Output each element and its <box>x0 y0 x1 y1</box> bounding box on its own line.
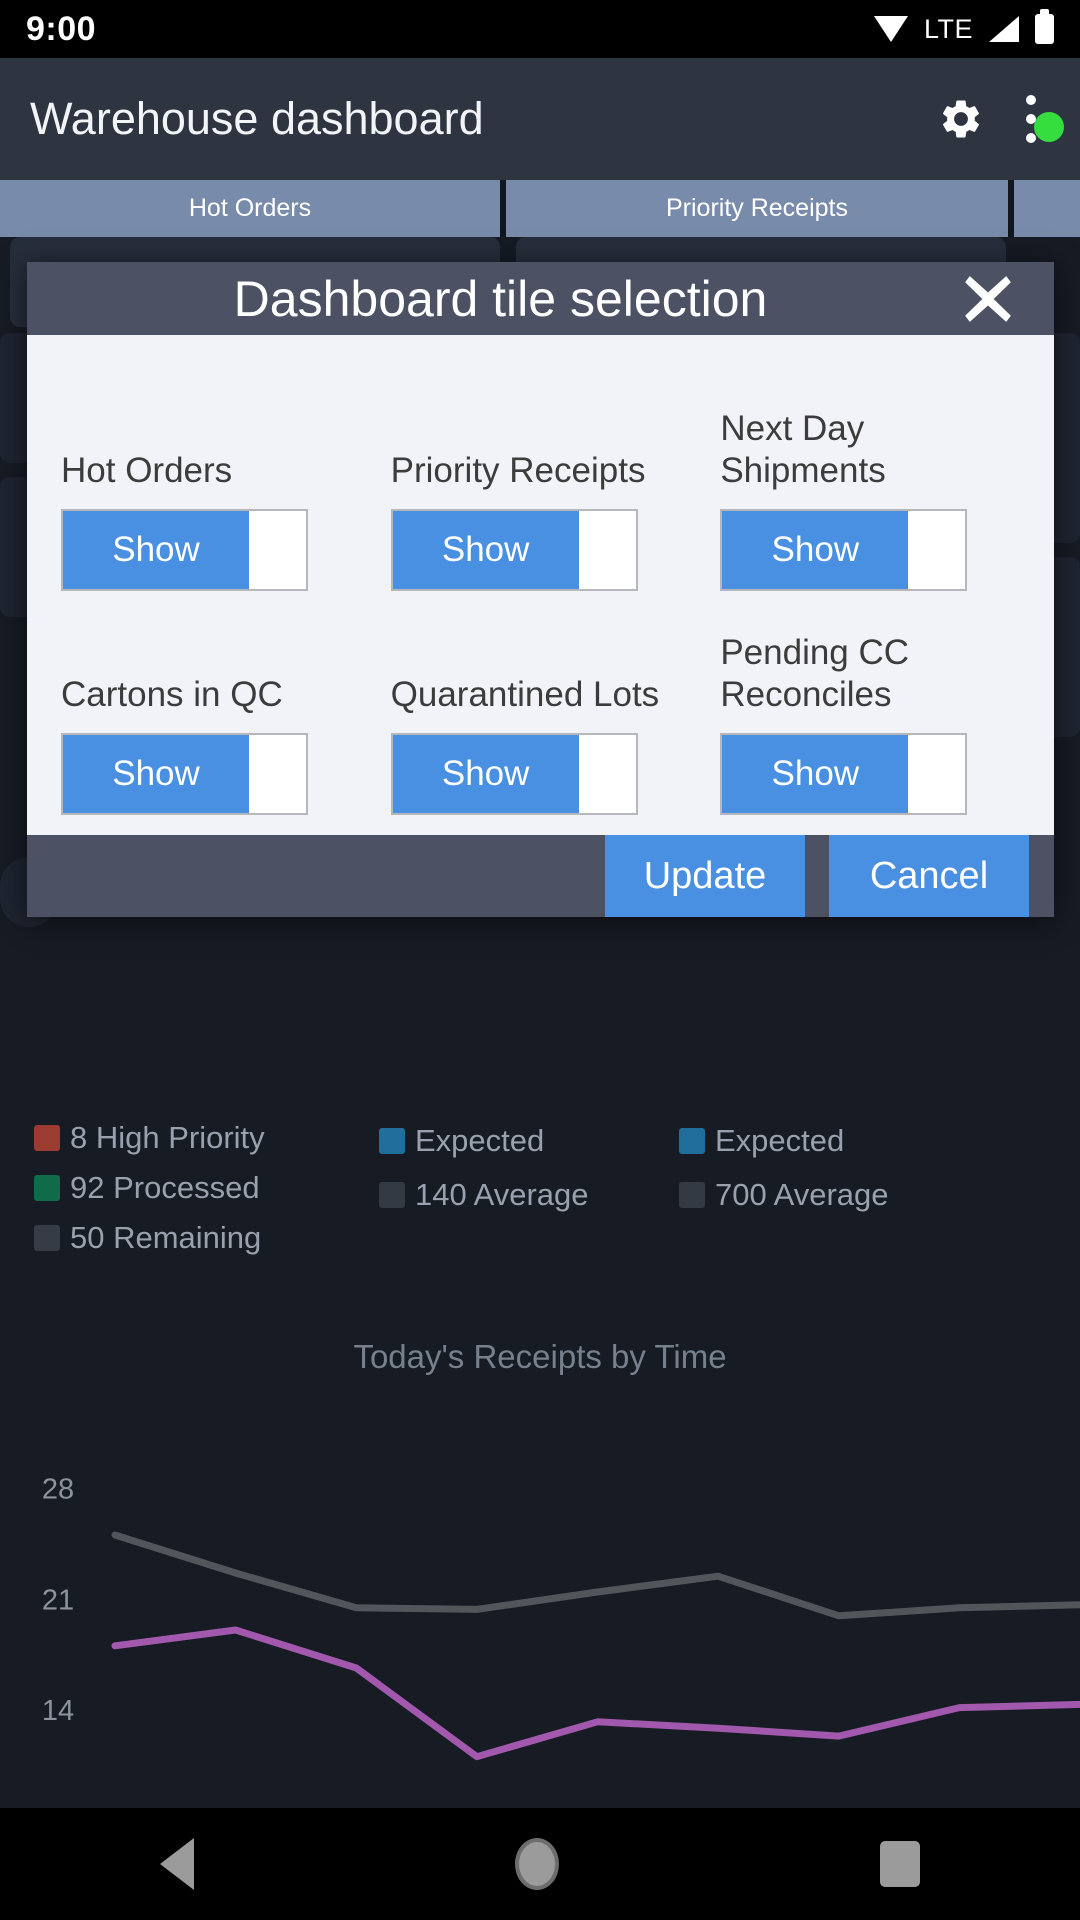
toggle-on-segment[interactable]: Show <box>63 511 249 589</box>
legend-label: 92 Processed <box>70 1170 260 1205</box>
legend-item: Expected <box>379 1118 679 1163</box>
wifi-icon <box>873 16 908 42</box>
dialog-title: Dashboard tile selection <box>233 270 768 327</box>
recents-square-icon[interactable] <box>879 1841 920 1887</box>
tile-option-priority-receipts: Priority Receipts Show <box>390 369 691 591</box>
legend-column-hot-orders: 8 High Priority 92 Processed 50 Remainin… <box>34 1118 379 1258</box>
app-bar-actions <box>938 95 1050 143</box>
chart-legend: 8 High Priority 92 Processed 50 Remainin… <box>0 1118 1080 1258</box>
toggle-on-segment[interactable]: Show <box>722 735 909 813</box>
receipts-line-chart: 28 21 14 <box>0 1420 1080 1820</box>
chart-svg: 28 21 14 <box>42 1474 1080 1761</box>
legend-column-next-day-shipments: Expected 700 Average <box>679 1118 979 1258</box>
legend-label: 700 Average <box>715 1176 889 1212</box>
legend-label: Expected <box>415 1122 545 1158</box>
legend-item: 92 Processed <box>34 1168 379 1209</box>
status-bar-icons: LTE <box>873 9 1054 45</box>
status-bar-clock: 9:00 <box>26 9 97 48</box>
y-axis-tick: 28 <box>42 1474 74 1506</box>
tile-toggle-next-day-shipments[interactable]: Show <box>720 509 968 591</box>
legend-swatch <box>34 1175 60 1201</box>
tile-option-label: Next Day Shipments <box>720 408 886 491</box>
tab-hot-orders[interactable]: Hot Orders <box>0 180 500 237</box>
kebab-dot <box>1026 95 1036 105</box>
network-type-label: LTE <box>923 13 973 44</box>
y-axis-tick: 21 <box>42 1584 74 1616</box>
app-bar: Warehouse dashboard <box>0 58 1080 180</box>
legend-column-priority-receipts: Expected 140 Average <box>379 1118 679 1258</box>
legend-item: 8 High Priority <box>34 1118 379 1159</box>
update-button[interactable]: Update <box>605 835 805 917</box>
tile-option-label: Cartons in QC <box>61 675 283 715</box>
tile-toggle-grid: Hot Orders Show Priority Receipts Show N… <box>61 369 1020 815</box>
legend-item: 700 Average <box>679 1172 979 1217</box>
legend-swatch <box>379 1127 405 1154</box>
signal-icon <box>989 16 1019 42</box>
tile-option-label: Quarantined Lots <box>390 675 660 715</box>
y-axis-tick: 14 <box>42 1695 74 1727</box>
status-badge <box>1034 112 1064 142</box>
dialog-body: Hot Orders Show Priority Receipts Show N… <box>27 335 1054 835</box>
dashboard-tile-selection-dialog: Dashboard tile selection Hot Orders Show… <box>27 262 1054 917</box>
tab-bar: Hot Orders Priority Receipts <box>0 180 1080 237</box>
tile-option-hot-orders: Hot Orders Show <box>61 369 361 591</box>
chart-title: Today's Receipts by Time <box>353 1338 727 1375</box>
dialog-header: Dashboard tile selection <box>27 262 1054 335</box>
toggle-on-segment[interactable]: Show <box>722 511 909 589</box>
chart-series-average <box>111 1626 1080 1761</box>
legend-swatch <box>34 1125 60 1152</box>
gear-icon[interactable] <box>938 96 984 142</box>
tile-option-label: Pending CC Reconciles <box>720 632 910 715</box>
tile-toggle-hot-orders[interactable]: Show <box>61 509 308 591</box>
legend-label: 50 Remaining <box>70 1219 262 1255</box>
toggle-off-segment[interactable] <box>908 735 966 813</box>
legend-swatch <box>379 1181 405 1208</box>
toggle-off-segment[interactable] <box>249 511 306 589</box>
page-title: Warehouse dashboard <box>30 93 484 144</box>
toggle-off-segment[interactable] <box>908 511 966 589</box>
legend-label: 8 High Priority <box>70 1120 265 1156</box>
phone-screen: 9:00 LTE Warehouse dashboard Hot Orders … <box>0 0 1080 1920</box>
toggle-off-segment[interactable] <box>578 735 636 813</box>
legend-item: 50 Remaining <box>34 1217 379 1258</box>
legend-swatch <box>679 1181 705 1208</box>
legend-item: Expected <box>679 1118 979 1163</box>
tile-option-quarantined-lots: Quarantined Lots Show <box>390 593 691 815</box>
tile-option-label: Hot Orders <box>61 451 233 491</box>
legend-item: 140 Average <box>379 1172 679 1217</box>
toggle-on-segment[interactable]: Show <box>392 735 579 813</box>
toggle-off-segment[interactable] <box>578 511 636 589</box>
home-circle-icon[interactable] <box>514 1838 559 1890</box>
tab-priority-receipts[interactable]: Priority Receipts <box>506 180 1008 237</box>
tile-toggle-priority-receipts[interactable]: Show <box>390 509 638 591</box>
tile-toggle-pending-cc-reconciles[interactable]: Show <box>720 733 968 815</box>
back-triangle-icon[interactable] <box>160 1838 195 1890</box>
tile-option-pending-cc-reconciles: Pending CC Reconciles Show <box>720 593 1020 815</box>
battery-icon <box>1035 9 1054 44</box>
tile-option-cartons-in-qc: Cartons in QC Show <box>61 593 361 815</box>
legend-swatch <box>34 1224 60 1251</box>
tile-option-label: Priority Receipts <box>390 451 646 491</box>
kebab-menu-icon[interactable] <box>1026 95 1036 143</box>
tile-toggle-cartons-in-qc[interactable]: Show <box>61 733 308 815</box>
tile-option-next-day-shipments: Next Day Shipments Show <box>720 369 1020 591</box>
close-icon[interactable] <box>960 271 1016 327</box>
chart-series-receipts <box>111 1531 1080 1620</box>
legend-label: 140 Average <box>415 1176 589 1212</box>
cancel-button[interactable]: Cancel <box>829 835 1029 917</box>
tab-next-day-shipments[interactable] <box>1014 180 1080 237</box>
toggle-on-segment[interactable]: Show <box>63 735 249 813</box>
toggle-on-segment[interactable]: Show <box>392 511 579 589</box>
status-bar: 9:00 LTE <box>0 0 1080 58</box>
android-nav-bar <box>0 1808 1080 1920</box>
dialog-footer: Update Cancel <box>27 835 1054 917</box>
legend-label: Expected <box>715 1122 845 1158</box>
toggle-off-segment[interactable] <box>249 735 306 813</box>
legend-swatch <box>679 1127 705 1154</box>
kebab-dot <box>1026 133 1036 143</box>
tile-toggle-quarantined-lots[interactable]: Show <box>390 733 638 815</box>
